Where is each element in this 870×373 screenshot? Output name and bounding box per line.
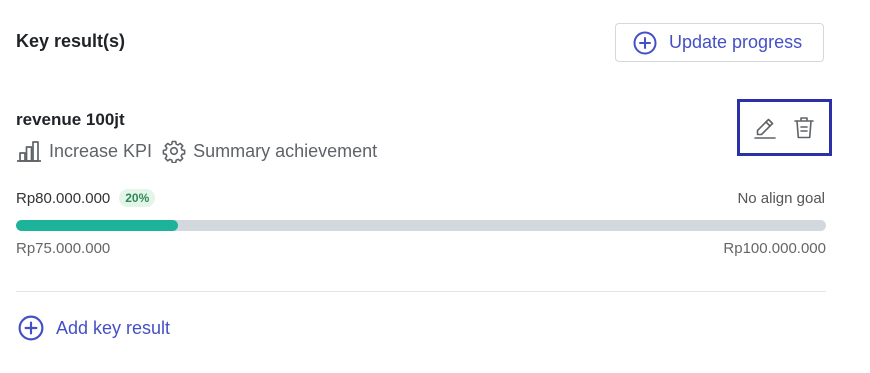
- progress-bar: [16, 220, 826, 231]
- kpi-type-label: Increase KPI: [49, 140, 153, 161]
- summary-achievement: Summary achievement: [162, 139, 377, 163]
- target-value: Rp100.000.000: [723, 240, 826, 257]
- update-progress-label: Update progress: [669, 32, 803, 52]
- gear-icon: [162, 139, 186, 163]
- current-progress: Rp80.000.000 20%: [16, 189, 156, 207]
- key-result-meta: Increase KPI Summary achievement: [16, 139, 377, 163]
- plus-circle-icon: [633, 31, 657, 55]
- plus-circle-icon: [18, 315, 44, 341]
- current-value: Rp80.000.000: [16, 189, 111, 207]
- summary-achievement-label: Summary achievement: [193, 140, 378, 161]
- add-key-result-label: Add key result: [56, 317, 171, 338]
- add-key-result-button[interactable]: Add key result: [18, 315, 170, 341]
- align-goal-label: No align goal: [737, 190, 825, 207]
- bar-chart-icon: [16, 140, 42, 162]
- pencil-icon[interactable]: [753, 116, 777, 140]
- section-title: Key result(s): [16, 31, 126, 51]
- key-result-title: revenue 100jt: [16, 110, 125, 129]
- start-value: Rp75.000.000: [16, 240, 111, 257]
- kpi-type: Increase KPI: [16, 140, 152, 162]
- divider: [16, 291, 826, 292]
- trash-icon[interactable]: [793, 116, 815, 140]
- key-result-actions: [737, 99, 832, 156]
- update-progress-button[interactable]: Update progress: [615, 23, 824, 62]
- percent-badge: 20%: [119, 189, 156, 207]
- progress-bar-fill: [16, 220, 178, 231]
